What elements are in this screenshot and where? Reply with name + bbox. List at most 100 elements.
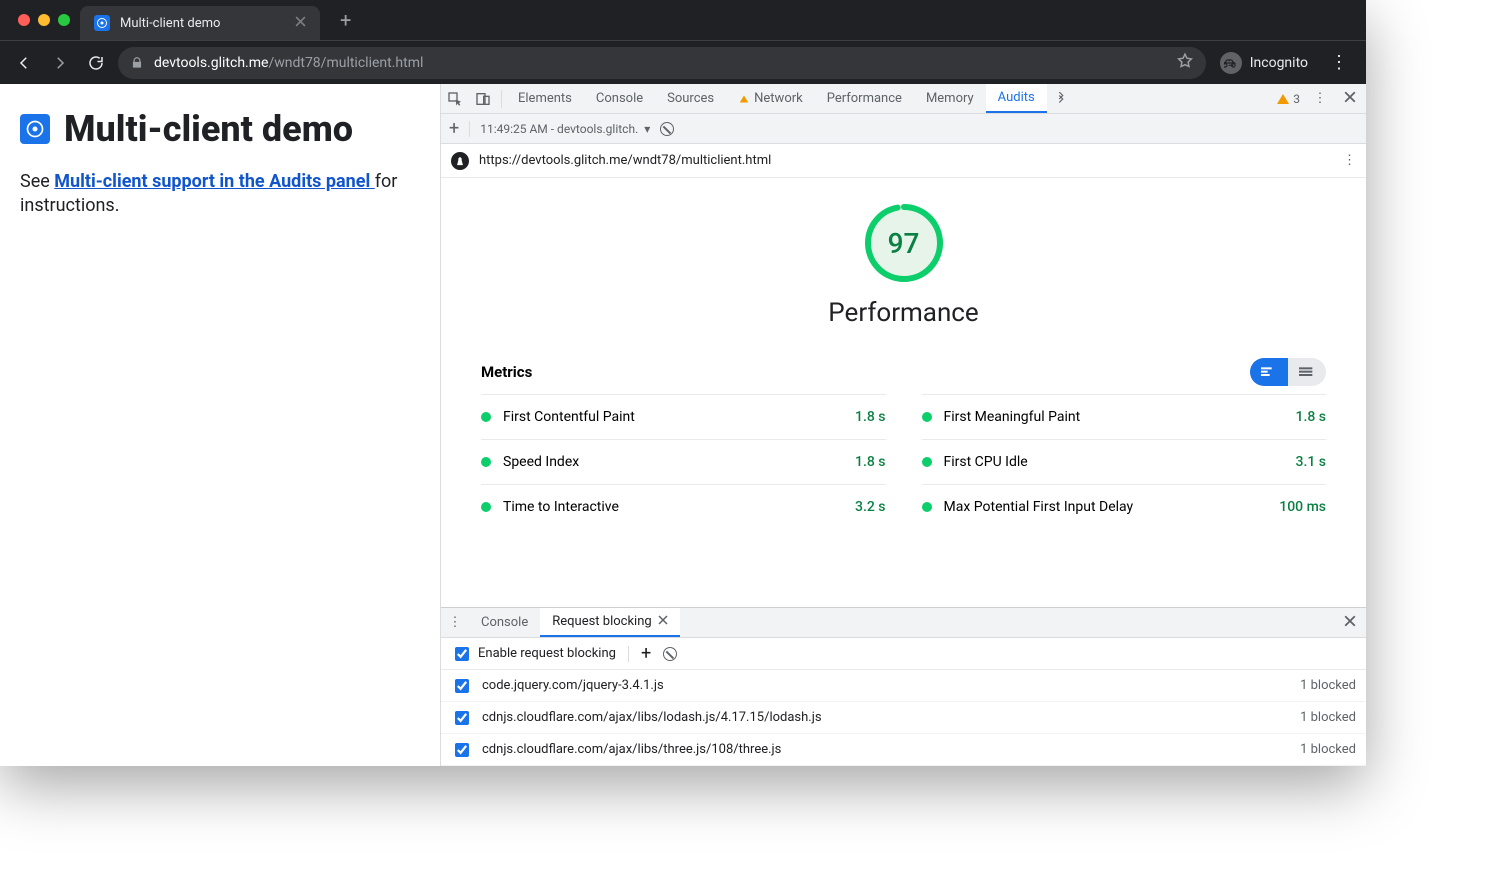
more-tabs-button[interactable]	[1047, 85, 1075, 113]
clear-patterns-button[interactable]	[663, 647, 677, 661]
new-audit-button[interactable]: +	[449, 120, 459, 138]
tab-label: Elements	[518, 91, 572, 106]
console-warning-badge[interactable]: 3	[1271, 92, 1306, 106]
devtools-tab-elements[interactable]: Elements	[506, 84, 584, 113]
back-button[interactable]	[10, 49, 38, 77]
browser-tab[interactable]: Multi-client demo	[80, 6, 320, 40]
status-dot-icon	[481, 502, 491, 512]
devtools-tabstrip: Elements Console Sources Network Performance…	[441, 84, 1366, 114]
close-window-button[interactable]	[18, 14, 30, 26]
drawer-tab-console[interactable]: Console	[469, 608, 540, 637]
devtools-tab-console[interactable]: Console	[584, 84, 655, 113]
metrics-view-expanded[interactable]	[1288, 358, 1326, 386]
devtools-menu-button[interactable]: ⋮	[1306, 85, 1334, 113]
metrics-header: Metrics	[441, 340, 1366, 394]
new-tab-button[interactable]: +	[330, 4, 361, 36]
pattern-checkbox[interactable]	[455, 711, 469, 725]
lighthouse-icon	[451, 152, 469, 170]
audit-report: 97 Performance Metrics First Contentful …	[441, 178, 1366, 607]
browser-chrome: Multi-client demo + devtools.glitch.me/w…	[0, 0, 1366, 84]
inspect-element-button[interactable]	[441, 85, 469, 113]
bookmark-star-button[interactable]	[1176, 52, 1194, 74]
status-dot-icon	[922, 502, 932, 512]
incognito-icon	[1220, 52, 1242, 74]
devtools-tab-audits[interactable]: Audits	[986, 84, 1047, 113]
add-pattern-button[interactable]: +	[641, 643, 651, 664]
lock-icon	[130, 56, 144, 70]
status-dot-icon	[922, 412, 932, 422]
devtools-tab-sources[interactable]: Sources	[655, 84, 726, 113]
forward-button[interactable]	[46, 49, 74, 77]
tab-label: Console	[596, 91, 643, 106]
metrics-heading: Metrics	[481, 363, 532, 381]
audit-menu-button[interactable]: ⋮	[1343, 153, 1356, 168]
clear-audits-button[interactable]	[660, 122, 674, 136]
drawer-close-button[interactable]	[1334, 615, 1366, 631]
metric-row: First Meaningful Paint1.8 s	[922, 394, 1327, 439]
tab-label: Sources	[667, 91, 714, 106]
request-blocking-toolbar: Enable request blocking +	[441, 638, 1366, 670]
tab-close-button[interactable]	[295, 16, 306, 31]
tab-label: Console	[481, 615, 528, 630]
audits-toolbar: + 11:49:25 AM - devtools.glitch. ▾	[441, 114, 1366, 144]
pattern-checkbox[interactable]	[455, 679, 469, 693]
devtools-panel: Elements Console Sources Network Performance…	[440, 84, 1366, 766]
metrics-view-compact[interactable]	[1250, 358, 1288, 386]
status-dot-icon	[922, 457, 932, 467]
metric-name: Time to Interactive	[503, 499, 619, 515]
tab-label: Network	[754, 91, 803, 106]
page-heading-row: Multi-client demo	[20, 108, 420, 150]
devtools-tab-memory[interactable]: Memory	[914, 84, 986, 113]
url-text: devtools.glitch.me/wndt78/multiclient.ht…	[154, 55, 423, 71]
incognito-indicator[interactable]: Incognito	[1214, 52, 1314, 74]
reload-button[interactable]	[82, 49, 110, 77]
page-logo-icon	[20, 114, 50, 144]
tab-label: Audits	[998, 90, 1035, 105]
enable-blocking-checkbox[interactable]	[455, 647, 469, 661]
content-split: Multi-client demo See Multi-client suppo…	[0, 84, 1366, 766]
score-category-label: Performance	[828, 298, 978, 328]
maximize-window-button[interactable]	[58, 14, 70, 26]
enable-blocking-label: Enable request blocking	[478, 646, 616, 661]
tab-close-button[interactable]	[658, 614, 668, 629]
devtools-tabs: Elements Console Sources Network Performance…	[506, 84, 1047, 113]
metric-row: First Contentful Paint1.8 s	[481, 394, 886, 439]
devtools-tab-performance[interactable]: Performance	[815, 84, 914, 113]
audit-run-select[interactable]: 11:49:25 AM - devtools.glitch. ▾	[480, 122, 650, 136]
tab-strip: Multi-client demo +	[0, 0, 1366, 40]
blocked-pattern-row: cdnjs.cloudflare.com/ajax/libs/three.js/…	[441, 734, 1366, 766]
tab-label: Memory	[926, 91, 974, 106]
pattern-url: code.jquery.com/jquery-3.4.1.js	[482, 678, 664, 693]
instructions-link[interactable]: Multi-client support in the Audits panel	[54, 171, 374, 192]
pattern-url: cdnjs.cloudflare.com/ajax/libs/lodash.js…	[482, 710, 822, 725]
devtools-tab-network[interactable]: Network	[726, 84, 815, 113]
warning-icon	[740, 95, 748, 102]
metric-name: First CPU Idle	[944, 454, 1028, 470]
audit-url-text: https://devtools.glitch.me/wndt78/multic…	[479, 153, 771, 168]
pattern-checkbox[interactable]	[455, 743, 469, 757]
favicon-icon	[94, 15, 110, 31]
status-dot-icon	[481, 412, 491, 422]
metric-value: 1.8 s	[1296, 409, 1327, 425]
metric-value: 1.8 s	[855, 454, 886, 470]
metrics-view-toggle	[1250, 358, 1326, 386]
pattern-count: 1 blocked	[1300, 710, 1356, 725]
enable-blocking-control[interactable]: Enable request blocking	[451, 644, 616, 664]
drawer-tab-request-blocking[interactable]: Request blocking	[540, 608, 679, 637]
devtools-close-button[interactable]	[1334, 91, 1366, 107]
dropdown-caret-icon: ▾	[644, 122, 650, 136]
metric-row: Time to Interactive3.2 s	[481, 484, 886, 529]
drawer-menu-button[interactable]: ⋮	[441, 609, 469, 637]
device-toolbar-button[interactable]	[469, 85, 497, 113]
blocked-pattern-row: cdnjs.cloudflare.com/ajax/libs/lodash.js…	[441, 702, 1366, 734]
warning-count: 3	[1293, 92, 1300, 106]
metrics-grid: First Contentful Paint1.8 sSpeed Index1.…	[441, 394, 1366, 529]
url-path: /wndt78/multiclient.html	[268, 55, 423, 71]
metric-name: Max Potential First Input Delay	[944, 499, 1134, 515]
browser-menu-button[interactable]: ⋮	[1322, 52, 1356, 73]
minimize-window-button[interactable]	[38, 14, 50, 26]
devtools-drawer: ⋮ Console Request blocking Enable request…	[441, 607, 1366, 766]
address-bar[interactable]: devtools.glitch.me/wndt78/multiclient.ht…	[118, 47, 1206, 79]
pattern-url: cdnjs.cloudflare.com/ajax/libs/three.js/…	[482, 742, 781, 757]
metric-value: 100 ms	[1279, 499, 1326, 515]
